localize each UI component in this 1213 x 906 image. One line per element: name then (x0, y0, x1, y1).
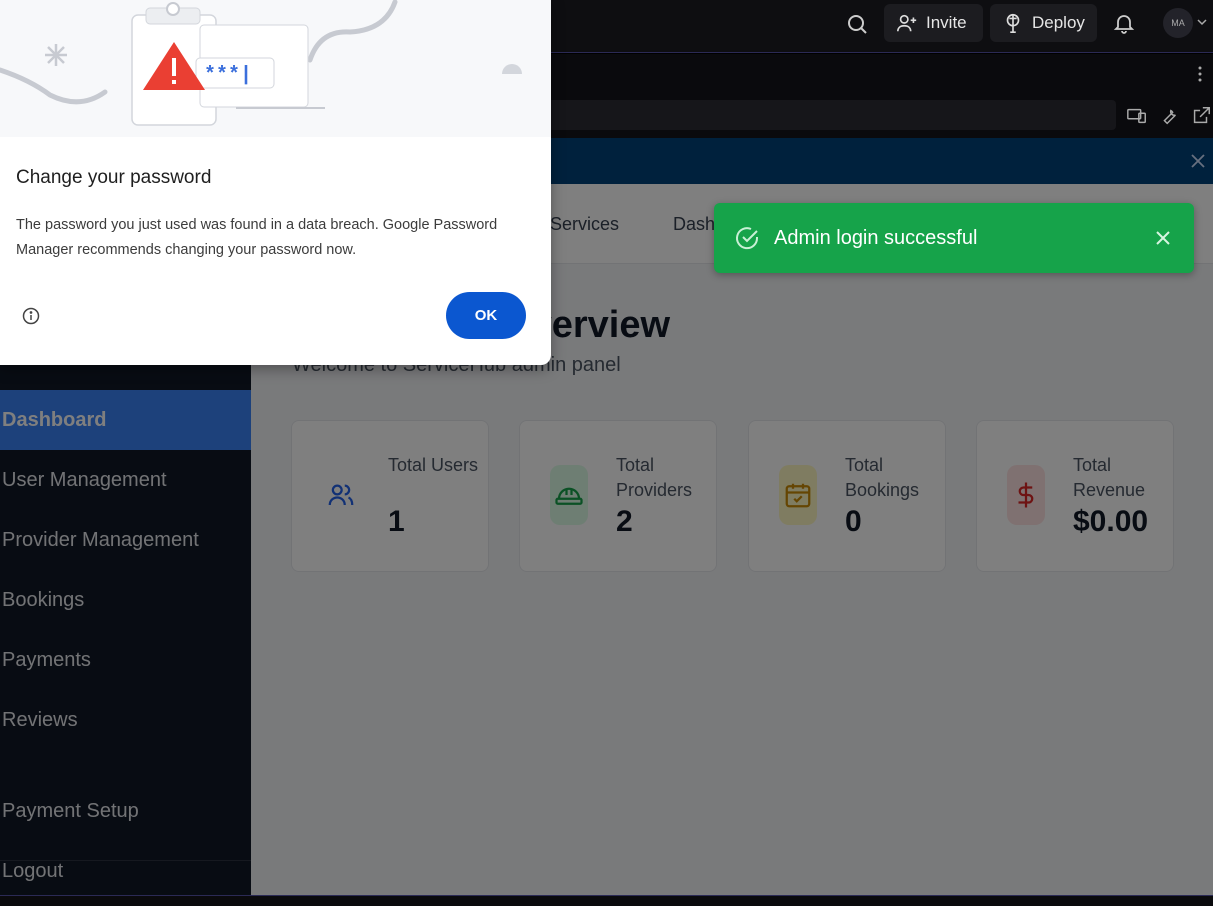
breach-illustration-art: ***| (0, 0, 522, 126)
avatar[interactable]: MA (1163, 8, 1193, 38)
dialog-body: The password you just used was found in … (16, 217, 498, 258)
more-vertical-icon[interactable] (1193, 64, 1207, 84)
chevron-down-icon[interactable] (1196, 16, 1208, 28)
invite-button[interactable]: Invite (884, 4, 983, 42)
deploy-button[interactable]: Deploy (990, 4, 1097, 42)
toast-message: Admin login successful (774, 227, 978, 249)
close-icon[interactable] (1154, 229, 1172, 247)
masked-password-text: ***| (204, 64, 252, 87)
dialog-title: Change your password (16, 167, 212, 188)
deploy-icon (1006, 13, 1020, 33)
wrench-icon[interactable] (1158, 105, 1180, 127)
url-field[interactable] (520, 100, 1116, 130)
change-password-dialog: ***| Change your password The password y… (0, 0, 551, 365)
bottom-status-line (0, 895, 1213, 906)
info-icon[interactable] (21, 306, 41, 326)
deploy-label: Deploy (1032, 13, 1085, 32)
breach-illustration: ***| (0, 0, 551, 137)
invite-label: Invite (926, 13, 967, 32)
user-plus-icon (897, 14, 917, 32)
search-icon[interactable] (845, 12, 869, 36)
devices-icon[interactable] (1126, 105, 1148, 127)
bell-icon[interactable] (1112, 11, 1136, 35)
external-link-icon[interactable] (1190, 105, 1212, 127)
ok-button[interactable]: OK (446, 292, 526, 339)
check-circle-icon (736, 227, 759, 250)
success-toast: Admin login successful (714, 203, 1194, 273)
